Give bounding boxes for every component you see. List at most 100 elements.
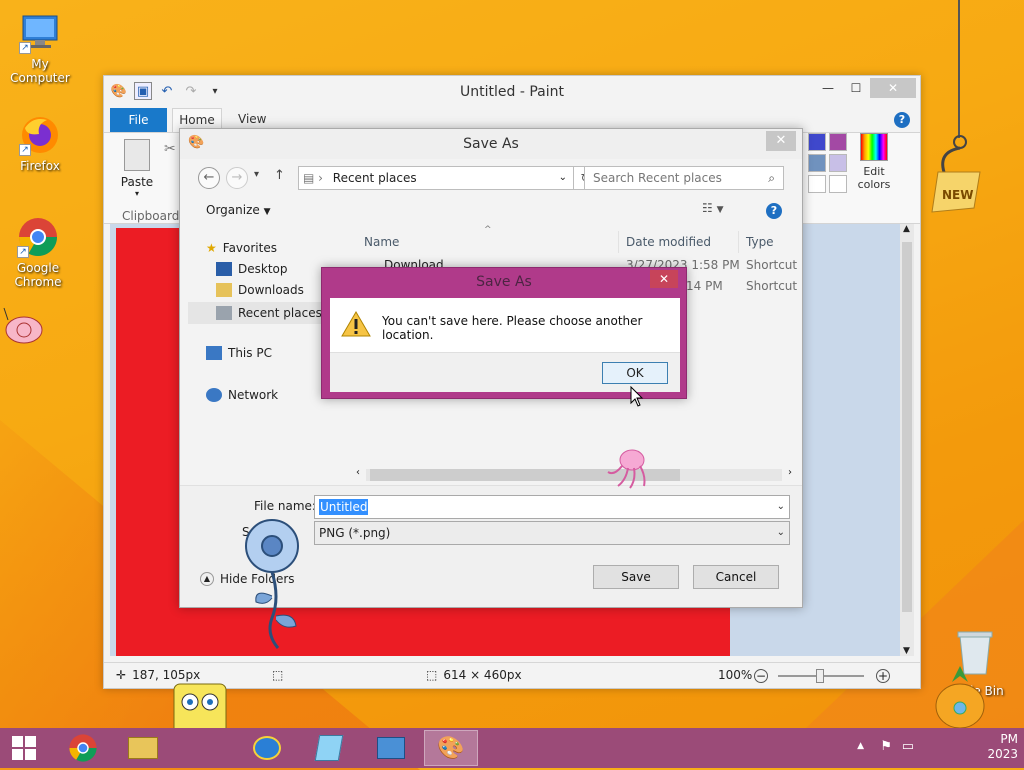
column-name[interactable]: Name [364,235,399,249]
taskbar-file-explorer[interactable] [116,730,170,766]
forward-button[interactable]: → [226,167,248,189]
organize-label: Organize [206,203,260,217]
cancel-button[interactable]: Cancel [693,565,779,589]
maximize-button[interactable]: ☐ [842,78,870,98]
save-type-select[interactable]: PNG (*.png) ⌄ [314,521,790,545]
color-wheel-icon [860,133,888,161]
ok-button[interactable]: OK [602,362,668,384]
zoom-slider-knob[interactable] [816,669,824,683]
desktop-icon-my-computer[interactable]: ↗ My Computer [0,12,80,85]
up-button[interactable]: ↑ [274,168,285,183]
nav-label: Downloads [238,283,304,297]
minimize-button[interactable]: — [814,78,842,98]
chevron-down-icon[interactable]: ⌄ [777,522,785,544]
taskbar-chrome[interactable] [56,730,110,766]
scroll-thumb[interactable] [902,242,912,612]
desktop-icon-label: Google Chrome [14,261,62,289]
nav-label: Network [228,388,279,402]
search-input[interactable]: Search Recent places ⌕ [584,166,784,190]
chevron-down-icon: ▼ [263,207,271,217]
help-icon[interactable]: ? [766,203,782,219]
chevron-down-icon[interactable]: ⌄ [559,167,567,189]
shortcut-arrow-icon: ↗ [17,246,29,258]
nav-desktop[interactable]: Desktop [216,262,288,276]
clipboard-icon [124,139,150,171]
error-dialog: Save As ✕ You can't save here. Please ch… [321,267,687,399]
column-type[interactable]: Type [746,235,774,249]
clock[interactable]: PM 2023 [987,732,1018,762]
date-cell: 14 PM [686,279,723,293]
nav-this-pc[interactable]: This PC [206,346,272,360]
show-hidden-icons[interactable]: ▲ [857,741,864,751]
paste-button[interactable]: Paste ▾ [114,139,160,198]
column-date[interactable]: Date modified [626,235,711,249]
scroll-up-icon[interactable]: ▲ [903,224,910,234]
nav-network[interactable]: Network [206,388,278,402]
scroll-down-icon[interactable]: ▼ [903,646,910,656]
file-name-value: Untitled [319,499,369,515]
desktop-icon-label: Firefox [20,159,60,173]
edit-colors-button[interactable]: Edit colors [852,133,896,191]
palette-swatch[interactable] [829,154,847,172]
taskbar-media-player[interactable] [240,730,294,766]
tab-file[interactable]: File [110,108,167,132]
recent-places-icon [216,306,232,320]
start-button[interactable] [0,730,48,766]
zoom-out-button[interactable]: − [754,669,768,683]
address-bar[interactable]: ▤ › Recent places ⌄ [298,166,574,190]
palette-swatch[interactable] [808,154,826,172]
palette-swatch[interactable] [808,175,826,193]
recent-locations-icon[interactable]: ▾ [254,169,259,180]
file-name-input[interactable]: Untitled ⌄ [314,495,790,519]
paint-window-title: Untitled - Paint [460,84,564,100]
clock-time: PM [1000,732,1018,746]
scroll-left-icon[interactable]: ‹ [356,467,360,478]
address-text: Recent places [332,171,417,185]
desktop-icon-label: My Computer [10,57,70,85]
window-controls: — ☐ ✕ [814,78,916,98]
type-cell: Shortcut [746,258,798,272]
notepad-icon [314,735,344,761]
organize-button[interactable]: Organize ▼ [206,203,271,217]
close-button[interactable]: ✕ [870,78,916,98]
network-icon[interactable]: ▭ [902,739,914,754]
close-button[interactable]: ✕ [766,131,796,151]
vertical-scrollbar[interactable]: ▲ ▼ [900,224,914,656]
save-type-value: PNG (*.png) [319,526,391,540]
palette-swatch[interactable] [808,133,826,151]
clock-date: 2023 [987,747,1018,761]
taskbar-paint[interactable]: 🎨 [424,730,478,766]
shortcut-arrow-icon: ↗ [19,144,31,156]
cut-icon[interactable]: ✂ [164,141,176,157]
scroll-right-icon[interactable]: › [788,467,792,478]
zoom-slider[interactable] [778,669,864,683]
horizontal-scrollbar[interactable]: ‹ › [356,467,792,483]
hook-new-sticker-icon: NEW [924,132,994,224]
desktop-icon-firefox[interactable]: ↗ Firefox [0,114,80,173]
zoom-in-button[interactable]: + [876,669,890,683]
close-button[interactable]: ✕ [650,270,678,288]
save-button[interactable]: Save [593,565,679,589]
tab-view[interactable]: View [238,112,266,126]
view-options-icon[interactable]: ☷ ▼ [702,201,724,215]
snail-sticker-icon [0,306,46,346]
chevron-down-icon[interactable]: ⌄ [777,496,785,518]
action-center-flag-icon[interactable]: ⚑ [880,739,892,754]
taskbar-control-panel[interactable] [364,730,418,766]
palette-swatch[interactable] [829,175,847,193]
help-icon[interactable]: ? [894,112,910,128]
save-as-title: Save As [463,136,519,152]
taskbar-notepad[interactable] [302,730,356,766]
desktop-icon-chrome[interactable]: ↗ Google Chrome [0,216,76,289]
back-button[interactable]: ← [198,167,220,189]
sort-icon: ^ [484,225,492,235]
image-size-icon: ⬚ [426,668,438,682]
navigation-bar: ← → ▾ ↑ ▤ › Recent places ⌄ ↻ Search Rec… [188,163,796,193]
nav-downloads[interactable]: Downloads [216,283,304,297]
error-dialog-footer: OK [330,352,680,392]
star-icon: ★ [206,241,217,255]
image-size: 614 × 460px [443,668,522,682]
palette-swatch[interactable] [829,133,847,151]
nav-favorites[interactable]: ★ Favorites [206,241,277,255]
paint-title-bar: 🎨 ▣ ↶ ↷ ▾ Untitled - Paint — ☐ ✕ [104,76,920,108]
